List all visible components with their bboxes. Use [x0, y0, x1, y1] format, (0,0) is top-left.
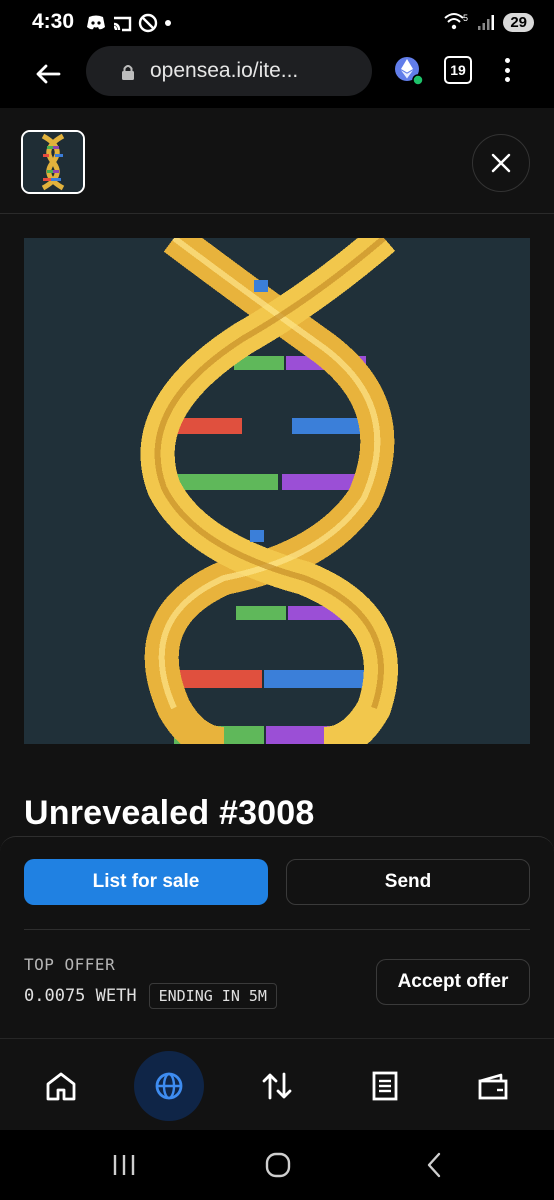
status-bar: 4:30 5 29 [0, 0, 554, 46]
divider [24, 929, 530, 930]
nav-explore[interactable] [134, 1051, 204, 1121]
browser-toolbar: opensea.io/ite... 19 [0, 46, 554, 108]
home-circle-icon [265, 1152, 291, 1178]
signal-icon [478, 15, 495, 30]
discord-icon [87, 15, 105, 30]
home-system-button[interactable] [258, 1148, 298, 1182]
base-pair [236, 606, 286, 620]
top-offer-value-row: 0.0075 WETH ENDING IN 5M [24, 983, 277, 1009]
menu-dot [504, 77, 510, 82]
arrow-left-icon [36, 64, 61, 84]
back-button[interactable] [30, 56, 66, 92]
wifi-icon: 5 [444, 13, 468, 30]
accept-offer-button[interactable]: Accept offer [376, 959, 530, 1005]
nft-detail-page: Unrevealed #3008 List for sale Send TOP … [0, 108, 554, 1038]
dna-thumbnail-icon [23, 132, 83, 192]
status-left-icons [86, 13, 172, 33]
lock-icon [122, 65, 134, 80]
network-label: 5 [463, 13, 468, 23]
list-icon [372, 1071, 398, 1101]
base-pair [170, 670, 262, 688]
menu-dot [504, 67, 510, 73]
wallet-icon [478, 1073, 508, 1100]
globe-icon [155, 1072, 183, 1100]
ending-badge: ENDING IN 5M [148, 983, 277, 1009]
bottom-navigation [0, 1038, 554, 1130]
top-offer-amount: 0.0075 WETH [24, 986, 137, 1006]
status-time: 4:30 [32, 10, 75, 33]
ethereum-extension-button[interactable] [394, 56, 424, 86]
url-text: opensea.io/ite... [150, 59, 299, 82]
nft-image[interactable] [24, 238, 530, 744]
nav-wallet[interactable] [458, 1051, 528, 1121]
nft-title: Unrevealed #3008 [24, 794, 315, 832]
system-back-button[interactable] [414, 1148, 454, 1182]
cast-icon [113, 16, 132, 32]
address-bar[interactable]: opensea.io/ite... [86, 46, 372, 96]
overflow-menu-button[interactable] [496, 54, 518, 86]
base-pair [174, 474, 278, 490]
swap-icon [262, 1072, 292, 1100]
status-right: 5 29 [443, 12, 534, 32]
top-offer-label: TOP OFFER [24, 955, 116, 974]
nav-swap[interactable] [242, 1051, 312, 1121]
collection-thumbnail[interactable] [21, 130, 85, 194]
system-navigation [0, 1130, 554, 1200]
action-panel: List for sale Send TOP OFFER 0.0075 WETH… [0, 836, 554, 1036]
dot-icon [165, 20, 171, 26]
nav-home[interactable] [26, 1051, 96, 1121]
close-icon [491, 153, 511, 173]
recent-apps-icon [113, 1155, 135, 1175]
sheet-header [0, 108, 554, 214]
send-button[interactable]: Send [286, 859, 530, 905]
list-for-sale-button[interactable]: List for sale [24, 859, 268, 905]
recent-apps-button[interactable] [104, 1148, 144, 1182]
chevron-left-icon [427, 1152, 441, 1178]
tab-count-button[interactable]: 19 [444, 56, 472, 84]
home-icon [46, 1072, 76, 1101]
dna-pixel-art [24, 238, 530, 744]
ethereum-icon [395, 57, 424, 86]
close-button[interactable] [472, 134, 530, 192]
battery-indicator: 29 [503, 12, 534, 32]
dnd-off-icon [138, 13, 158, 33]
menu-dot [504, 58, 510, 63]
nav-activity[interactable] [350, 1051, 420, 1121]
